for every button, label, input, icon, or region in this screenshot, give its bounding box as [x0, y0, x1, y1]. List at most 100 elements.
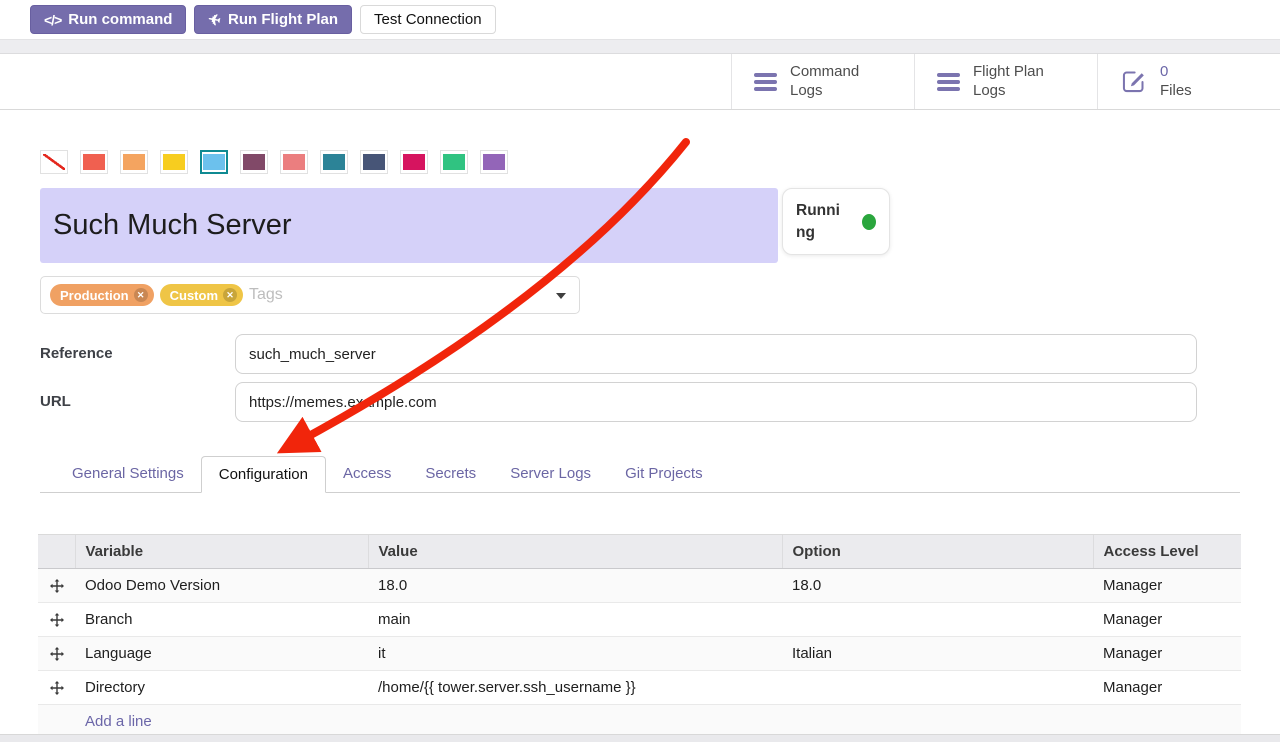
drag-handle[interactable]: [38, 637, 75, 671]
color-swatch-red[interactable]: [80, 150, 108, 174]
column-header-variable[interactable]: Variable: [75, 535, 368, 569]
url-input[interactable]: [235, 382, 1197, 422]
caret-down-icon[interactable]: [556, 293, 566, 299]
files-label: Files: [1160, 82, 1192, 99]
run-command-button[interactable]: </> Run command: [30, 5, 186, 34]
run-flight-plan-label: Run Flight Plan: [228, 11, 338, 28]
table-row: Branch main Manager: [38, 603, 1241, 637]
tab-configuration[interactable]: Configuration: [201, 456, 326, 493]
swatch-color: [403, 154, 425, 170]
color-swatch-yellow[interactable]: [160, 150, 188, 174]
color-swatch-salmon[interactable]: [280, 150, 308, 174]
cell-access-level[interactable]: Manager: [1093, 671, 1241, 705]
swatch-color: [163, 154, 185, 170]
tab-label: Git Projects: [625, 465, 703, 482]
cell-option[interactable]: [782, 671, 1093, 705]
form-view: Such Much Server Running Production ✕ Cu…: [0, 150, 1280, 739]
tag-remove-icon[interactable]: ✕: [223, 288, 237, 302]
tab-general-settings[interactable]: General Settings: [55, 456, 201, 493]
cell-variable[interactable]: Branch: [75, 603, 368, 637]
tab-label: Secrets: [425, 465, 476, 482]
color-swatch-fuchsia[interactable]: [400, 150, 428, 174]
flight-plan-logs-label: Flight Plan Logs: [973, 63, 1065, 101]
run-command-label: Run command: [68, 11, 172, 28]
edit-icon: [1120, 68, 1147, 95]
menu-icon: [937, 73, 960, 91]
cell-variable[interactable]: Language: [75, 637, 368, 671]
tab-label: Configuration: [219, 466, 308, 483]
tags-placeholder: Tags: [249, 286, 283, 304]
tab-git-projects[interactable]: Git Projects: [608, 456, 720, 493]
swatch-color: [43, 154, 65, 170]
table-row: Directory /home/{{ tower.server.ssh_user…: [38, 671, 1241, 705]
server-name-field[interactable]: Such Much Server: [40, 188, 778, 263]
move-icon: [50, 681, 64, 695]
tag-label: Production: [60, 288, 129, 303]
files-count: 0: [1160, 63, 1168, 80]
tab-label: Access: [343, 465, 391, 482]
swatch-color: [323, 154, 345, 170]
tab-label: Server Logs: [510, 465, 591, 482]
color-swatch-orange[interactable]: [120, 150, 148, 174]
tags-input[interactable]: Production ✕ Custom ✕ Tags: [40, 276, 580, 314]
cell-option[interactable]: Italian: [782, 637, 1093, 671]
move-icon: [50, 647, 64, 661]
cell-value[interactable]: main: [368, 603, 782, 637]
cell-value[interactable]: it: [368, 637, 782, 671]
column-header-value[interactable]: Value: [368, 535, 782, 569]
swatch-color: [83, 154, 105, 170]
command-logs-button[interactable]: Command Logs: [731, 54, 914, 109]
tab-server-logs[interactable]: Server Logs: [493, 456, 608, 493]
tab-access[interactable]: Access: [326, 456, 408, 493]
drag-handle[interactable]: [38, 569, 75, 603]
test-connection-button[interactable]: Test Connection: [360, 5, 496, 34]
cell-access-level[interactable]: Manager: [1093, 569, 1241, 603]
cell-variable[interactable]: Directory: [75, 671, 368, 705]
color-swatch-light-blue[interactable]: [200, 150, 228, 174]
column-header-access-level[interactable]: Access Level: [1093, 535, 1241, 569]
reference-field-row: Reference: [40, 334, 1240, 374]
cell-option[interactable]: [782, 603, 1093, 637]
status-badge: Running: [782, 188, 890, 255]
color-swatch-teal[interactable]: [320, 150, 348, 174]
cell-access-level[interactable]: Manager: [1093, 603, 1241, 637]
move-icon: [50, 579, 64, 593]
flight-plan-logs-button[interactable]: Flight Plan Logs: [914, 54, 1097, 109]
reference-input[interactable]: [235, 334, 1197, 374]
table-row: Language it Italian Manager: [38, 637, 1241, 671]
column-header-option[interactable]: Option: [782, 535, 1093, 569]
color-swatch-navy[interactable]: [360, 150, 388, 174]
menu-icon: [754, 73, 777, 91]
cell-option[interactable]: 18.0: [782, 569, 1093, 603]
table-row: Odoo Demo Version 18.0 18.0 Manager: [38, 569, 1241, 603]
add-a-line-link[interactable]: Add a line: [85, 713, 152, 730]
test-connection-label: Test Connection: [374, 11, 482, 28]
color-swatch-none[interactable]: [40, 150, 68, 174]
tag-remove-icon[interactable]: ✕: [134, 288, 148, 302]
cell-value[interactable]: 18.0: [368, 569, 782, 603]
page-header: Command Logs Flight Plan Logs 0 Files: [0, 54, 1280, 110]
drag-handle[interactable]: [38, 603, 75, 637]
color-swatch-green[interactable]: [440, 150, 468, 174]
tab-secrets[interactable]: Secrets: [408, 456, 493, 493]
cell-access-level[interactable]: Manager: [1093, 637, 1241, 671]
page-title: Such Much Server: [53, 209, 292, 242]
cell-value[interactable]: /home/{{ tower.server.ssh_username }}: [368, 671, 782, 705]
run-flight-plan-button[interactable]: ✈ Run Flight Plan: [194, 5, 352, 34]
footer-strip: [0, 734, 1280, 742]
url-label: URL: [40, 382, 235, 422]
color-swatch-purple[interactable]: [480, 150, 508, 174]
status-label: Running: [796, 200, 848, 243]
drag-handle[interactable]: [38, 671, 75, 705]
cell-variable[interactable]: Odoo Demo Version: [75, 569, 368, 603]
swatch-color: [243, 154, 265, 170]
config-table-body: Odoo Demo Version 18.0 18.0 Manager Bran…: [38, 569, 1241, 705]
files-button[interactable]: 0 Files: [1097, 54, 1280, 109]
swatch-color: [443, 154, 465, 170]
color-swatch-row: [40, 150, 1240, 174]
plane-icon: ✈: [207, 10, 223, 30]
color-swatch-dark-purple[interactable]: [240, 150, 268, 174]
code-icon: </>: [44, 12, 61, 28]
swatch-color: [283, 154, 305, 170]
swatch-color: [203, 154, 225, 170]
